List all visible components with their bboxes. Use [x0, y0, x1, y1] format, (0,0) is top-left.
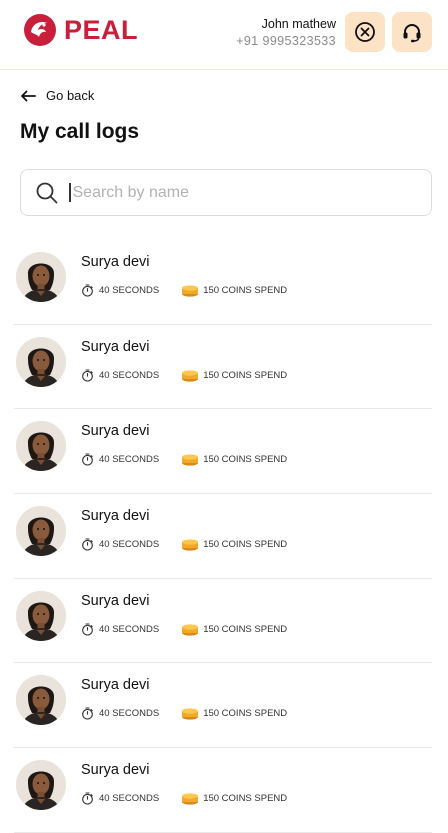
- call-log-item[interactable]: Surya devi 40 SECONDS 150 COINS SPEND: [14, 579, 432, 664]
- caller-name: Surya devi: [81, 254, 150, 270]
- call-meta: 40 SECONDS 150 COINS SPEND: [81, 369, 287, 382]
- stopwatch-icon: [81, 792, 94, 805]
- search-bar[interactable]: [20, 169, 432, 216]
- call-log-item[interactable]: Surya devi 40 SECONDS 150 COINS SPEND: [14, 240, 432, 325]
- coins-spent: 150 COINS SPEND: [203, 539, 288, 551]
- call-duration: 40 SECONDS: [99, 285, 160, 296]
- coins-spent: 150 COINS SPEND: [203, 623, 288, 635]
- user-info: John mathew +91 9995323533: [236, 16, 336, 50]
- stopwatch-icon: [81, 453, 94, 466]
- coins-spent: 150 COINS SPEND: [203, 454, 288, 466]
- coins-spent: 150 COINS SPEND: [203, 793, 288, 805]
- call-log-item[interactable]: Surya devi 40 SECONDS 150 COINS SPEND: [14, 325, 432, 410]
- call-log-list: Surya devi 40 SECONDS 150 COINS SPEND Su…: [0, 240, 448, 833]
- user-name: John mathew: [261, 17, 336, 31]
- search-icon: [36, 182, 58, 203]
- caller-name: Surya devi: [81, 762, 150, 779]
- page-title: My call logs: [20, 120, 140, 143]
- coin-stack-icon: [181, 453, 199, 466]
- coins-spent: 150 COINS SPEND: [203, 369, 288, 381]
- call-meta: 40 SECONDS 150 COINS SPEND: [81, 792, 287, 805]
- arrow-left-icon: [21, 90, 36, 101]
- stopwatch-icon: [81, 623, 94, 636]
- avatar: [16, 590, 66, 641]
- coin-stack-icon: [181, 792, 199, 805]
- call-meta: 40 SECONDS 150 COINS SPEND: [81, 284, 287, 297]
- coins-spent: 150 COINS SPEND: [203, 708, 288, 720]
- close-circle-icon: [355, 22, 375, 42]
- caller-name: Surya devi: [81, 423, 150, 440]
- coin-stack-icon: [181, 538, 199, 551]
- call-duration: 40 SECONDS: [99, 539, 160, 551]
- avatar: [16, 336, 66, 387]
- call-meta: 40 SECONDS 150 COINS SPEND: [81, 623, 287, 636]
- search-input[interactable]: [72, 183, 393, 202]
- call-meta: 40 SECONDS 150 COINS SPEND: [81, 453, 287, 466]
- call-log-item[interactable]: Surya devi 40 SECONDS 150 COINS SPEND: [14, 748, 432, 833]
- coins-spent: 150 COINS SPEND: [203, 285, 288, 296]
- call-duration: 40 SECONDS: [99, 369, 160, 381]
- peal-logo-icon: [24, 14, 56, 46]
- stopwatch-icon: [81, 707, 94, 720]
- stopwatch-icon: [81, 538, 94, 551]
- call-duration: 40 SECONDS: [99, 793, 160, 805]
- call-log-item[interactable]: Surya devi 40 SECONDS 150 COINS SPEND: [14, 663, 432, 749]
- caller-name: Surya devi: [81, 338, 150, 355]
- avatar: [16, 252, 66, 302]
- coin-stack-icon: [181, 284, 199, 297]
- brand-logo[interactable]: PEAL: [22, 12, 138, 48]
- avatar: [16, 506, 66, 557]
- go-back-label: Go back: [46, 88, 95, 103]
- call-log-item[interactable]: Surya devi 40 SECONDS 150 COINS SPEND: [14, 494, 432, 579]
- call-meta: 40 SECONDS 150 COINS SPEND: [81, 707, 288, 721]
- avatar: [16, 760, 66, 811]
- call-log-item[interactable]: Surya devi 40 SECONDS 150 COINS SPEND: [14, 409, 432, 495]
- text-caret: [69, 183, 71, 202]
- app-header: PEAL John mathew +91 9995323533: [0, 0, 448, 70]
- coin-stack-icon: [181, 707, 199, 721]
- support-button[interactable]: [392, 12, 432, 52]
- call-duration: 40 SECONDS: [99, 623, 160, 635]
- headset-icon: [403, 24, 421, 43]
- caller-name: Surya devi: [81, 592, 150, 609]
- call-meta: 40 SECONDS 150 COINS SPEND: [81, 538, 287, 551]
- user-phone: +91 9995323533: [236, 34, 336, 48]
- caller-name: Surya devi: [81, 508, 150, 525]
- stopwatch-icon: [81, 284, 94, 297]
- coin-stack-icon: [181, 623, 199, 636]
- go-back-link[interactable]: Go back: [20, 88, 94, 103]
- caller-name: Surya devi: [81, 677, 150, 694]
- call-duration: 40 SECONDS: [99, 708, 160, 720]
- close-button[interactable]: [345, 12, 385, 52]
- coin-stack-icon: [181, 369, 199, 382]
- avatar: [16, 421, 66, 472]
- call-duration: 40 SECONDS: [99, 454, 160, 466]
- stopwatch-icon: [81, 369, 94, 382]
- brand-name: PEAL: [64, 14, 139, 45]
- avatar: [16, 675, 66, 726]
